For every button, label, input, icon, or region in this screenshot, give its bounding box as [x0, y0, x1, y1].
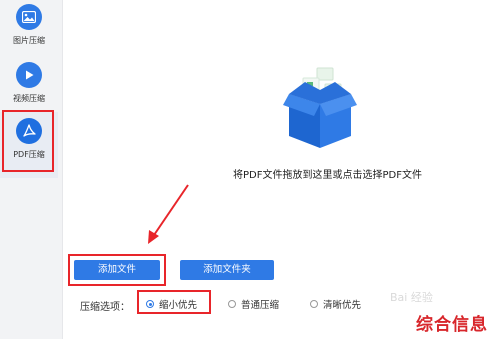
option-normal-compress[interactable]: 普通压缩: [228, 297, 279, 311]
pdf-acrobat-icon: [16, 118, 42, 144]
drop-zone[interactable]: 将PDF文件拖放到这里或点击选择PDF文件: [63, 0, 494, 248]
option-shrink-priority[interactable]: 缩小优先: [146, 297, 197, 311]
sidebar-item-label: 图片压缩: [13, 36, 45, 45]
sidebar: 图片压缩 视频压缩 PDF压缩: [0, 0, 63, 339]
sidebar-item-video-compress[interactable]: 视频压缩: [0, 62, 58, 104]
option-label: 普通压缩: [241, 300, 280, 311]
radio-icon: [310, 300, 318, 308]
sidebar-item-label: PDF压缩: [13, 150, 45, 159]
compress-options-label: 压缩选项：: [80, 302, 130, 313]
add-file-button[interactable]: 添加文件: [74, 260, 160, 280]
radio-selected-icon: [146, 300, 154, 308]
option-label: 清晰优先: [323, 300, 362, 311]
option-label: 缩小优先: [159, 300, 198, 311]
option-clarity-priority[interactable]: 清晰优先: [310, 297, 361, 311]
annotation-arrow: [148, 184, 189, 244]
radio-icon: [228, 300, 236, 308]
add-folder-button[interactable]: 添加文件夹: [180, 260, 274, 280]
sidebar-item-pdf-compress[interactable]: PDF压缩: [0, 112, 58, 178]
play-icon: [16, 62, 42, 88]
drop-instructions: 将PDF文件拖放到这里或点击选择PDF文件: [233, 170, 422, 181]
image-icon: [16, 4, 42, 30]
sidebar-item-image-compress[interactable]: 图片压缩: [0, 4, 58, 46]
watermark-text: 综合信息: [416, 315, 488, 335]
watermark-logo: Bai 经验: [390, 291, 433, 304]
open-box-icon: [283, 67, 357, 148]
sidebar-item-label: 视频压缩: [13, 94, 45, 103]
